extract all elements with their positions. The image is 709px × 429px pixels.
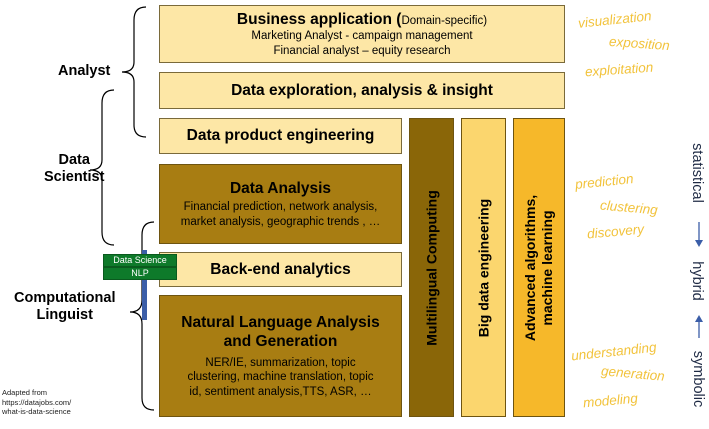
- scale-statistical: statistical: [689, 143, 705, 203]
- back-end-analytics-box: Back-end analytics: [159, 252, 402, 287]
- data-analysis-box: Data Analysis Financial prediction, netw…: [159, 164, 402, 244]
- analysis-line-2: market analysis, geographic trends , …: [180, 215, 381, 228]
- advanced-algorithms-column: Advanced algorithms, machine learning: [513, 118, 565, 417]
- exploration-title: Data exploration, analysis & insight: [231, 81, 493, 99]
- scale-symbolic: symbolic: [690, 350, 706, 408]
- role-data-scientist: Data Scientist: [44, 152, 105, 186]
- backend-title: Back-end analytics: [210, 260, 351, 278]
- signpost-nlp: NLP: [103, 267, 177, 280]
- data-exploration-box: Data exploration, analysis & insight: [159, 72, 565, 109]
- arrow-up-head: [695, 315, 703, 322]
- nlp-line-2: clustering, machine translation, topic: [187, 371, 374, 384]
- business-line-1: Marketing Analyst - campaign management: [251, 30, 473, 43]
- business-line-2: Financial analyst – equity research: [273, 44, 451, 57]
- signpost-data-science: Data Science: [103, 254, 177, 267]
- nlp-box: Natural Language Analysis and Generation…: [159, 295, 402, 417]
- scale-hybrid: hybrid: [689, 261, 705, 301]
- big-data-engineering-column: Big data engineering: [461, 118, 506, 417]
- nlp-line-1: NER/IE, summarization, topic: [205, 356, 356, 369]
- nlp-title-2: and Generation: [223, 333, 338, 351]
- business-application-box: Business application (Domain-specific) M…: [159, 5, 565, 63]
- arrow-down-head: [695, 240, 703, 247]
- bigdata-label: Big data engineering: [475, 198, 492, 337]
- nlp-title-1: Natural Language Analysis: [181, 314, 380, 332]
- role-computational-linguist: Computational Linguist: [14, 290, 116, 324]
- analysis-title: Data Analysis: [229, 179, 332, 197]
- multilingual-label: Multilingual Computing: [423, 189, 440, 346]
- product-title: Data product engineering: [186, 127, 375, 145]
- multilingual-computing-column: Multilingual Computing: [409, 118, 454, 417]
- analysis-line-1: Financial prediction, network analysis,: [183, 201, 378, 214]
- data-product-engineering-box: Data product engineering: [159, 118, 402, 154]
- business-title: Business application (Domain-specific): [236, 10, 488, 28]
- algorithms-label: Advanced algorithms, machine learning: [522, 194, 555, 341]
- source-credit: Adapted from https://datajobs.com/ what-…: [2, 388, 72, 416]
- role-analyst: Analyst: [58, 63, 111, 79]
- analyst-bracket: [121, 6, 147, 138]
- nlp-line-3: id, sentiment analysis,TTS, ASR, …: [189, 385, 372, 398]
